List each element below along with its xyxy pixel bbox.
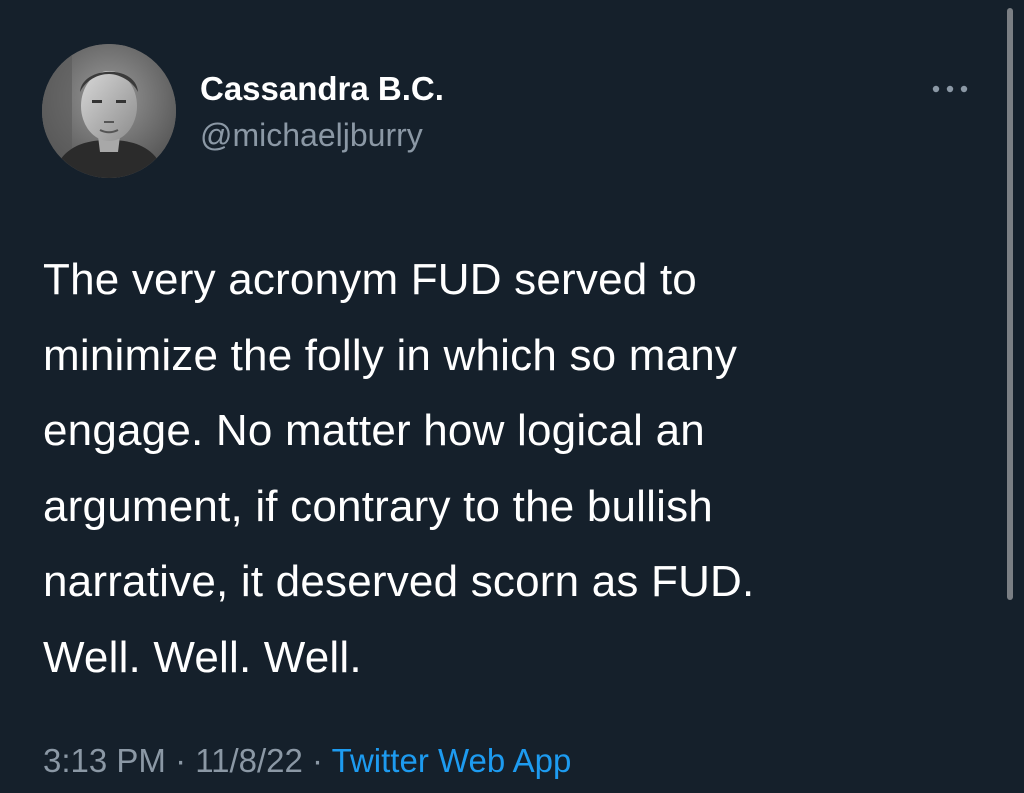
- tweet-date[interactable]: 11/8/22: [195, 742, 303, 779]
- user-photo-icon: [42, 44, 176, 178]
- tweet-metadata: 3:13 PM · 11/8/22 · Twitter Web App: [43, 742, 571, 780]
- tweet-source-link[interactable]: Twitter Web App: [332, 742, 572, 779]
- meta-separator: ·: [302, 742, 332, 779]
- more-options-button[interactable]: [925, 74, 975, 104]
- meta-separator: ·: [165, 742, 196, 779]
- user-handle[interactable]: @michaeljburry: [200, 117, 423, 154]
- tweet-text: The very acronym FUD served to minimize …: [43, 255, 755, 682]
- tweet-time[interactable]: 3:13 PM: [43, 742, 166, 779]
- avatar[interactable]: [42, 44, 176, 178]
- scrollbar[interactable]: [1007, 8, 1013, 600]
- display-name[interactable]: Cassandra B.C.: [200, 70, 444, 108]
- more-horizontal-icon: [932, 85, 968, 93]
- tweet-card: Cassandra B.C. @michaeljburry The very a…: [0, 0, 1024, 793]
